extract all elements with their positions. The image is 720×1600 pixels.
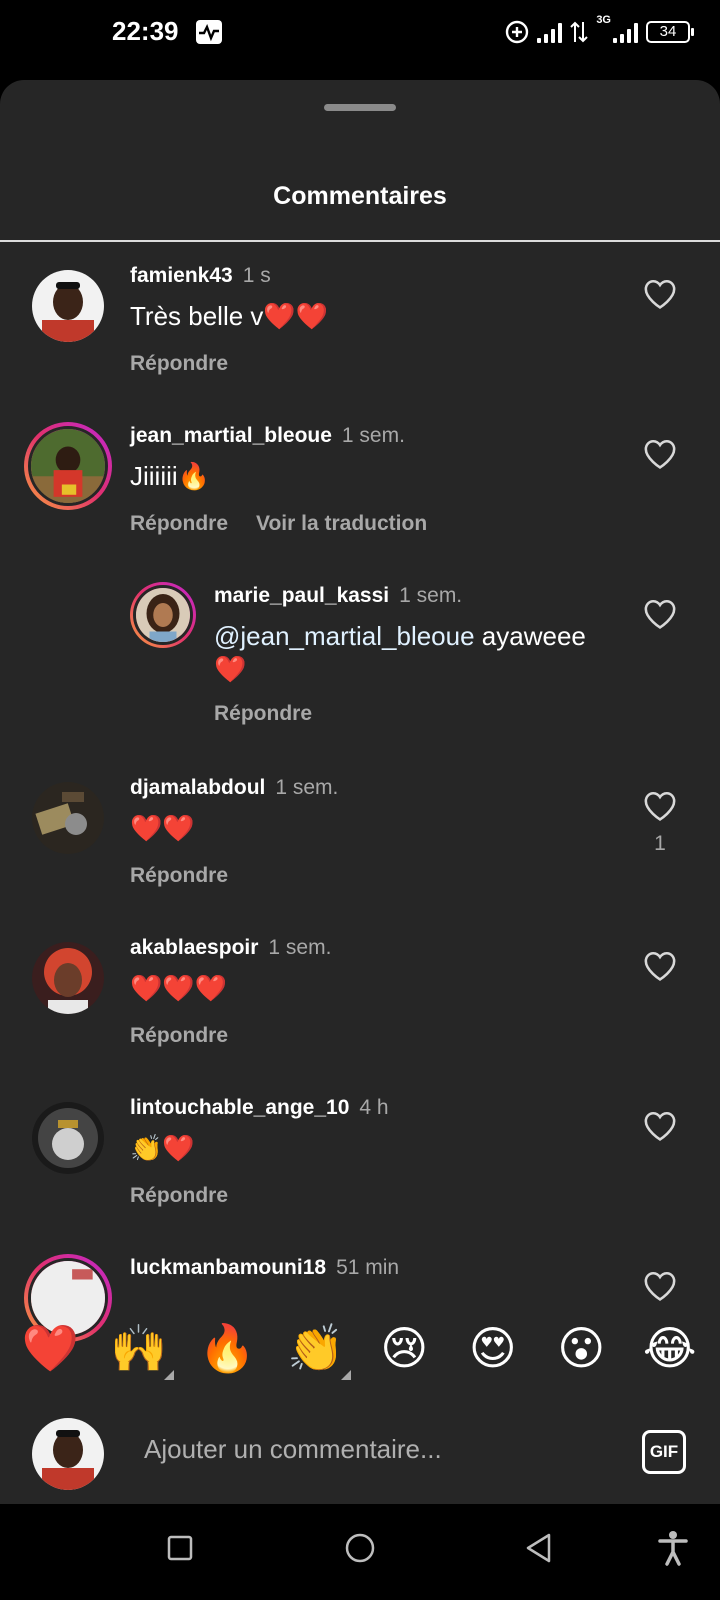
like-count: 1 [654, 832, 666, 855]
sheet-title: Commentaires [273, 182, 447, 210]
reply-button[interactable]: Répondre [130, 512, 228, 535]
comment-item: djamalabdoul 1 sem. ❤️❤️ Répondre 1 [0, 754, 720, 914]
status-bar: 22:39 3G 34 [0, 0, 720, 72]
heart-icon[interactable] [643, 1110, 677, 1142]
avatar[interactable] [32, 270, 104, 342]
skin-tone-indicator [340, 1370, 351, 1380]
avatar-story-ring[interactable] [130, 582, 196, 648]
comments-sheet: Commentaires famienk43 1 s Très belle v❤️… [0, 80, 720, 1504]
data-transfer-icon [570, 21, 589, 43]
comment-time: 4 h [359, 1096, 389, 1119]
reply-button[interactable]: Répondre [130, 1184, 228, 1208]
reaction-raised-hands[interactable]: 🙌 [106, 1318, 174, 1380]
comment-time: 1 sem. [341, 424, 405, 447]
mention-link[interactable]: @jean_martial_bleoue [214, 621, 475, 651]
comment-composer: Ajouter un commentaire... GIF [0, 1398, 720, 1504]
signal-icon-2 [613, 21, 638, 43]
my-avatar [32, 1418, 104, 1490]
comment-text: ❤️❤️ [130, 813, 195, 843]
comment-username[interactable]: jean_martial_bleoue 1 sem. [130, 424, 405, 448]
reply-button[interactable]: Répondre [130, 1024, 228, 1048]
sheet-grabber[interactable] [324, 104, 396, 111]
comment-item: akablaespoir 1 sem. ❤️❤️❤️ Répondre [0, 914, 720, 1074]
comment-username[interactable]: djamalabdoul 1 sem. [130, 776, 338, 800]
comment-item: lintouchable_ange_10 4 h 👏❤️ Répondre [0, 1074, 720, 1234]
avatar[interactable] [32, 1102, 104, 1174]
signal-icon [537, 21, 563, 43]
heart-icon[interactable] [643, 438, 677, 470]
activity-icon [196, 20, 222, 44]
comment-username[interactable]: marie_paul_kassi 1 sem. [214, 584, 462, 608]
home-icon[interactable] [344, 1532, 376, 1564]
comment-time: 51 min [336, 1256, 400, 1279]
reply-button[interactable]: Répondre [130, 864, 228, 888]
comment-username[interactable]: luckmanbamouni18 51 min [130, 1256, 399, 1280]
comment-time: 1 sem. [275, 776, 339, 799]
network-type: 3G [596, 14, 611, 26]
system-nav-bar [0, 1504, 720, 1600]
reply-button[interactable]: Répondre [130, 352, 228, 376]
heart-icon[interactable] [643, 950, 677, 982]
reaction-heart[interactable]: ❤️ [17, 1318, 83, 1378]
comment-time: 1 sem. [399, 584, 463, 607]
status-time: 22:39 [112, 16, 179, 46]
accessibility-icon[interactable] [658, 1530, 688, 1566]
comment-username[interactable]: lintouchable_ange_10 4 h [130, 1096, 389, 1120]
comment-actions: Répondre Voir la traduction [130, 512, 427, 536]
avatar-story-ring[interactable] [24, 422, 112, 510]
comment-item: famienk43 1 s Très belle v❤️❤️ Répondre [0, 242, 720, 402]
comment-text: ❤️❤️❤️ [130, 973, 228, 1003]
comment-item: jean_martial_bleoue 1 sem. Jiiiiii🔥 Répon… [0, 402, 720, 562]
reaction-surprised[interactable]: 😮 [548, 1318, 614, 1378]
avatar[interactable] [32, 782, 104, 854]
quick-reactions-bar: ❤️ 🙌 🔥 👏 😢 😍 😮 😂 [0, 1298, 720, 1398]
avatar[interactable] [32, 942, 104, 1014]
reaction-crying[interactable]: 😢 [371, 1318, 437, 1378]
comment-time: 1 sem. [268, 936, 332, 959]
back-icon[interactable] [524, 1532, 554, 1564]
comment-username[interactable]: akablaespoir 1 sem. [130, 936, 331, 960]
reply-comment-item: marie_paul_kassi 1 sem. @jean_martial_ble… [0, 562, 720, 754]
heart-icon[interactable] [643, 598, 677, 630]
comment-list[interactable]: famienk43 1 s Très belle v❤️❤️ Répondre j… [0, 242, 720, 1378]
heart-icon[interactable] [643, 790, 677, 822]
comment-text: Très belle v❤️❤️ [130, 301, 329, 331]
reaction-heart-eyes[interactable]: 😍 [460, 1318, 526, 1378]
battery-icon: 34 [646, 21, 694, 43]
data-saver-icon [506, 20, 529, 44]
comment-input[interactable]: Ajouter un commentaire... [144, 1434, 442, 1465]
comment-text: Jiiiiii🔥 [130, 461, 211, 491]
comment-text: @jean_martial_bleoue ayaweee ❤️ [214, 621, 586, 684]
heart-icon[interactable] [643, 278, 677, 310]
gif-button[interactable]: GIF [642, 1430, 686, 1474]
comment-username[interactable]: famienk43 1 s [130, 264, 271, 288]
reaction-laughing[interactable]: 😂 [637, 1318, 703, 1378]
status-icons: 3G 34 [505, 14, 694, 46]
comment-text: 👏❤️ [130, 1133, 195, 1163]
skin-tone-indicator [163, 1370, 174, 1380]
reaction-fire[interactable]: 🔥 [194, 1318, 260, 1378]
reply-button[interactable]: Répondre [214, 702, 312, 726]
comment-time: 1 s [242, 264, 271, 287]
see-translation-link[interactable]: Voir la traduction [256, 512, 427, 535]
reaction-clapping[interactable]: 👏 [283, 1318, 351, 1380]
recents-icon[interactable] [166, 1534, 194, 1562]
